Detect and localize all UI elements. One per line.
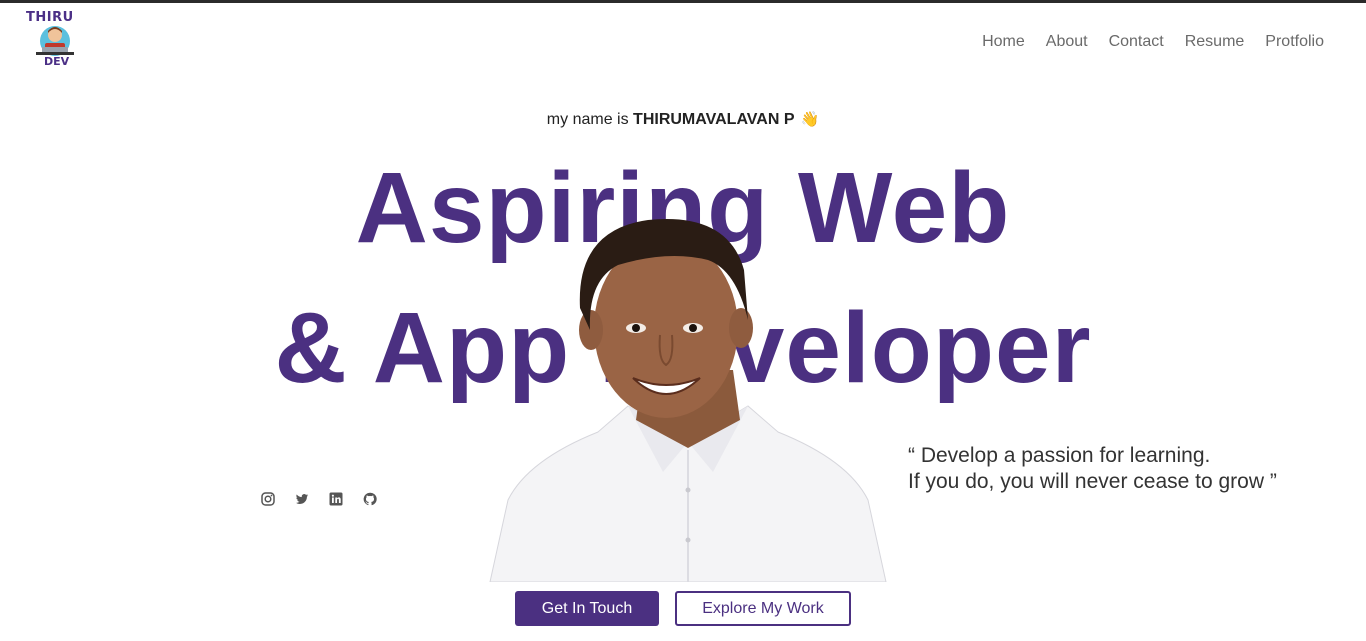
quote-line-2: If you do, you will never cease to grow … xyxy=(908,470,1277,493)
top-border xyxy=(0,0,1366,3)
quote-line-1: “ Develop a passion for learning. xyxy=(908,444,1211,467)
github-icon[interactable] xyxy=(363,492,377,506)
nav-contact[interactable]: Contact xyxy=(1109,33,1164,51)
linkedin-icon[interactable] xyxy=(329,492,343,506)
intro-name: THIRUMAVALAVAN P xyxy=(633,111,795,128)
nav-about[interactable]: About xyxy=(1046,33,1088,51)
get-in-touch-button[interactable]: Get In Touch xyxy=(515,591,659,626)
instagram-icon[interactable] xyxy=(261,492,275,506)
twitter-icon[interactable] xyxy=(295,492,309,506)
logo-bottom-text: DEV xyxy=(44,55,70,68)
social-links xyxy=(261,492,377,506)
site-logo[interactable]: THIRU DEV xyxy=(26,10,88,72)
quote-block: “ Develop a passion for learning. If you… xyxy=(908,443,1277,495)
developer-avatar-icon xyxy=(36,26,74,56)
intro-line: my name is THIRUMAVALAVAN P 👋 xyxy=(0,110,1366,129)
nav-resume[interactable]: Resume xyxy=(1185,33,1245,51)
intro-prefix: my name is xyxy=(546,111,634,128)
profile-photo xyxy=(489,219,887,582)
main-nav: Home About Contact Resume Protfolio xyxy=(982,33,1324,51)
nav-home[interactable]: Home xyxy=(982,33,1025,51)
nav-portfolio[interactable]: Protfolio xyxy=(1265,33,1324,51)
wave-icon: 👋 xyxy=(800,111,820,128)
explore-work-button[interactable]: Explore My Work xyxy=(675,591,851,626)
